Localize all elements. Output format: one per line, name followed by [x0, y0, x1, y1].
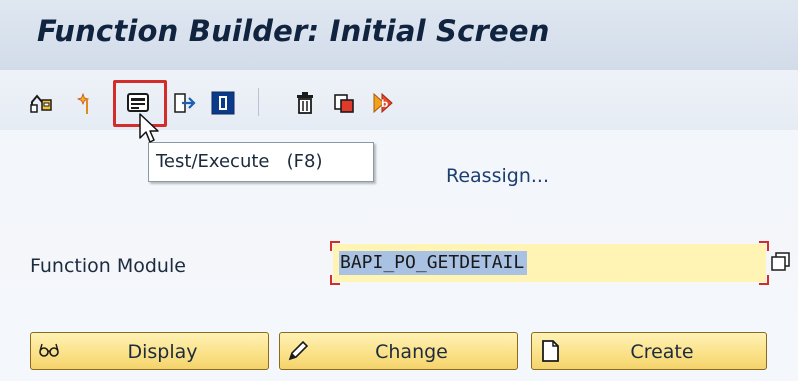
function-module-label: Function Module	[30, 255, 186, 277]
page-title: Function Builder: Initial Screen	[37, 14, 550, 48]
required-marker	[759, 275, 769, 285]
svg-text:b: b	[381, 99, 388, 110]
copy-icon[interactable]	[331, 90, 357, 116]
toolbar-separator	[258, 88, 259, 116]
info-icon[interactable]	[210, 90, 236, 116]
required-marker	[330, 275, 340, 285]
where-used-icon[interactable]	[172, 90, 198, 116]
change-button[interactable]: Change	[279, 332, 518, 370]
create-button-label: Create	[630, 341, 694, 363]
new-object-icon[interactable]	[75, 90, 101, 116]
mouse-cursor-icon	[138, 112, 160, 148]
create-button[interactable]: Create	[531, 332, 767, 370]
display-button-label: Display	[127, 341, 198, 363]
rename-icon[interactable]: b	[371, 90, 397, 116]
required-marker	[759, 241, 769, 251]
other-object-icon[interactable]	[28, 90, 54, 116]
required-marker	[330, 241, 340, 251]
value-help-icon[interactable]	[770, 251, 792, 273]
title-bar: Function Builder: Initial Screen	[0, 0, 798, 70]
display-button[interactable]: Display	[30, 332, 269, 370]
function-module-value: BAPI_PO_GETDETAIL	[339, 251, 528, 275]
delete-icon[interactable]	[292, 90, 318, 116]
reassign-button[interactable]: Reassign...	[446, 165, 549, 187]
function-module-input[interactable]: BAPI_PO_GETDETAIL	[330, 241, 769, 285]
tooltip: Test/Execute (F8)	[148, 142, 374, 182]
change-button-label: Change	[375, 341, 448, 363]
